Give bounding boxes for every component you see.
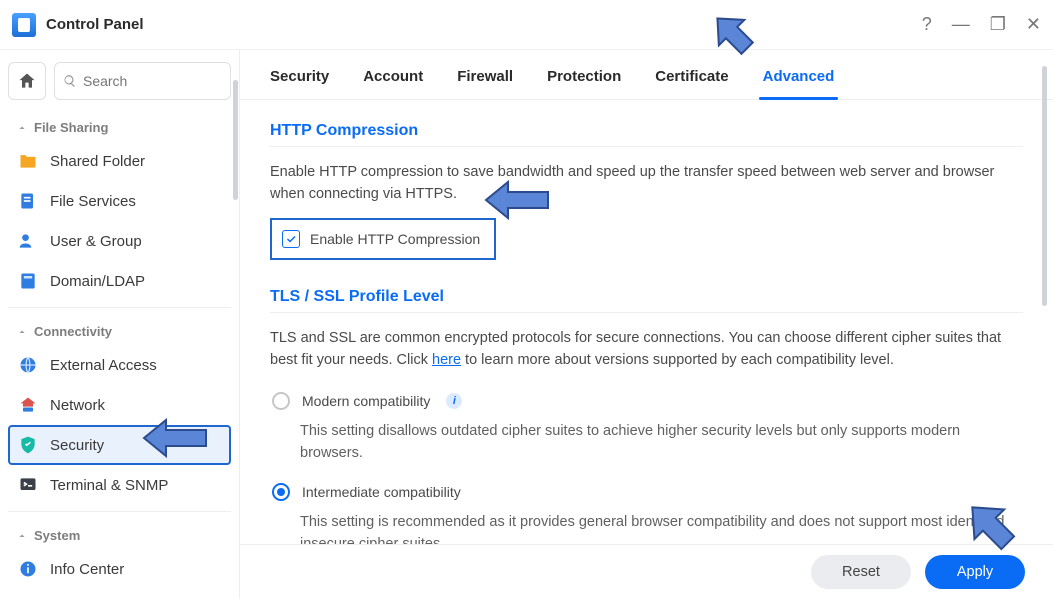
radio-icon <box>272 483 290 501</box>
info-icon[interactable]: i <box>446 393 462 409</box>
home-icon <box>17 71 37 91</box>
search-icon <box>63 73 77 89</box>
users-icon <box>18 231 38 251</box>
tab-security[interactable]: Security <box>270 68 329 99</box>
sidebar-item-terminal-snmp[interactable]: Terminal & SNMP <box>8 465 231 505</box>
chevron-up-icon <box>16 122 28 134</box>
radio-intermediate[interactable]: Intermediate compatibility <box>270 475 1023 509</box>
main-panel: Security Account Firewall Protection Cer… <box>240 50 1053 599</box>
sidebar-item-label: Security <box>50 437 104 454</box>
tab-advanced[interactable]: Advanced <box>763 68 835 99</box>
sidebar-item-network[interactable]: Network <box>8 385 231 425</box>
checkbox-icon <box>282 230 300 248</box>
sidebar-item-label: Info Center <box>50 561 124 578</box>
section-label: System <box>34 528 80 543</box>
tls-desc-post: to learn more about versions supported b… <box>461 352 894 368</box>
window-title: Control Panel <box>46 16 144 33</box>
chevron-up-icon <box>16 530 28 542</box>
reset-button[interactable]: Reset <box>811 555 911 589</box>
tls-desc: TLS and SSL are common encrypted protoco… <box>270 327 1023 372</box>
section-title-tls: TLS / SSL Profile Level <box>270 288 1023 306</box>
terminal-icon <box>18 475 38 495</box>
window-controls: ? — ❐ ✕ <box>922 14 1041 35</box>
footer: Reset Apply <box>240 544 1053 599</box>
tab-account[interactable]: Account <box>363 68 423 99</box>
tls-profile-radio-group: Modern compatibility i This setting disa… <box>270 384 1023 544</box>
globe-icon <box>18 355 38 375</box>
sidebar-item-security[interactable]: Security <box>8 425 231 465</box>
section-label: Connectivity <box>34 324 112 339</box>
sidebar-scrollbar[interactable] <box>233 80 238 200</box>
search-field[interactable] <box>54 62 231 100</box>
sidebar-item-label: Shared Folder <box>50 153 145 170</box>
divider <box>270 312 1023 313</box>
divider <box>8 307 231 308</box>
sidebar-item-info-center[interactable]: Info Center <box>8 549 231 589</box>
section-system[interactable]: System <box>8 518 231 549</box>
section-title-http-compression: HTTP Compression <box>270 122 1023 140</box>
home-button[interactable] <box>8 62 46 100</box>
enable-http-compression-checkbox[interactable]: Enable HTTP Compression <box>270 218 496 260</box>
sidebar-item-external-access[interactable]: External Access <box>8 345 231 385</box>
section-label: File Sharing <box>34 120 108 135</box>
shield-icon <box>18 435 38 455</box>
minimize-button[interactable]: — <box>952 14 970 35</box>
sidebar-item-file-services[interactable]: File Services <box>8 181 231 221</box>
sidebar-item-label: Network <box>50 397 105 414</box>
maximize-button[interactable]: ❐ <box>990 14 1006 35</box>
radio-modern-desc: This setting disallows outdated cipher s… <box>270 418 1023 475</box>
sidebar-item-label: Domain/LDAP <box>50 273 145 290</box>
search-input[interactable] <box>83 73 222 89</box>
http-compression-desc: Enable HTTP compression to save bandwidt… <box>270 161 1023 206</box>
content-scrollbar[interactable] <box>1042 66 1047 306</box>
sidebar: File Sharing Shared Folder File Services… <box>0 50 240 599</box>
sidebar-item-domain-ldap[interactable]: Domain/LDAP <box>8 261 231 301</box>
sidebar-item-label: User & Group <box>50 233 142 250</box>
section-file-sharing[interactable]: File Sharing <box>8 110 231 141</box>
info-icon <box>18 559 38 579</box>
sidebar-item-label: Terminal & SNMP <box>50 477 168 494</box>
radio-label: Modern compatibility <box>302 393 430 409</box>
radio-icon <box>272 392 290 410</box>
apply-button[interactable]: Apply <box>925 555 1025 589</box>
radio-modern[interactable]: Modern compatibility i <box>270 384 1023 418</box>
titlebar: Control Panel ? — ❐ ✕ <box>0 0 1053 50</box>
tabs: Security Account Firewall Protection Cer… <box>240 50 1053 100</box>
tls-learn-more-link[interactable]: here <box>432 352 461 368</box>
chevron-up-icon <box>16 326 28 338</box>
files-icon <box>18 191 38 211</box>
book-icon <box>18 271 38 291</box>
checkbox-label: Enable HTTP Compression <box>310 231 480 247</box>
sidebar-item-user-group[interactable]: User & Group <box>8 221 231 261</box>
network-icon <box>18 395 38 415</box>
tab-protection[interactable]: Protection <box>547 68 621 99</box>
close-button[interactable]: ✕ <box>1026 14 1041 35</box>
tab-certificate[interactable]: Certificate <box>655 68 728 99</box>
radio-intermediate-desc: This setting is recommended as it provid… <box>270 509 1023 544</box>
sidebar-item-label: File Services <box>50 193 136 210</box>
sidebar-item-shared-folder[interactable]: Shared Folder <box>8 141 231 181</box>
tab-firewall[interactable]: Firewall <box>457 68 513 99</box>
sidebar-item-label: External Access <box>50 357 157 374</box>
divider <box>270 146 1023 147</box>
content-area: HTTP Compression Enable HTTP compression… <box>240 100 1053 544</box>
divider <box>8 511 231 512</box>
section-connectivity[interactable]: Connectivity <box>8 314 231 345</box>
folder-icon <box>18 151 38 171</box>
help-button[interactable]: ? <box>922 14 932 35</box>
app-icon <box>12 13 36 37</box>
radio-label: Intermediate compatibility <box>302 484 461 500</box>
